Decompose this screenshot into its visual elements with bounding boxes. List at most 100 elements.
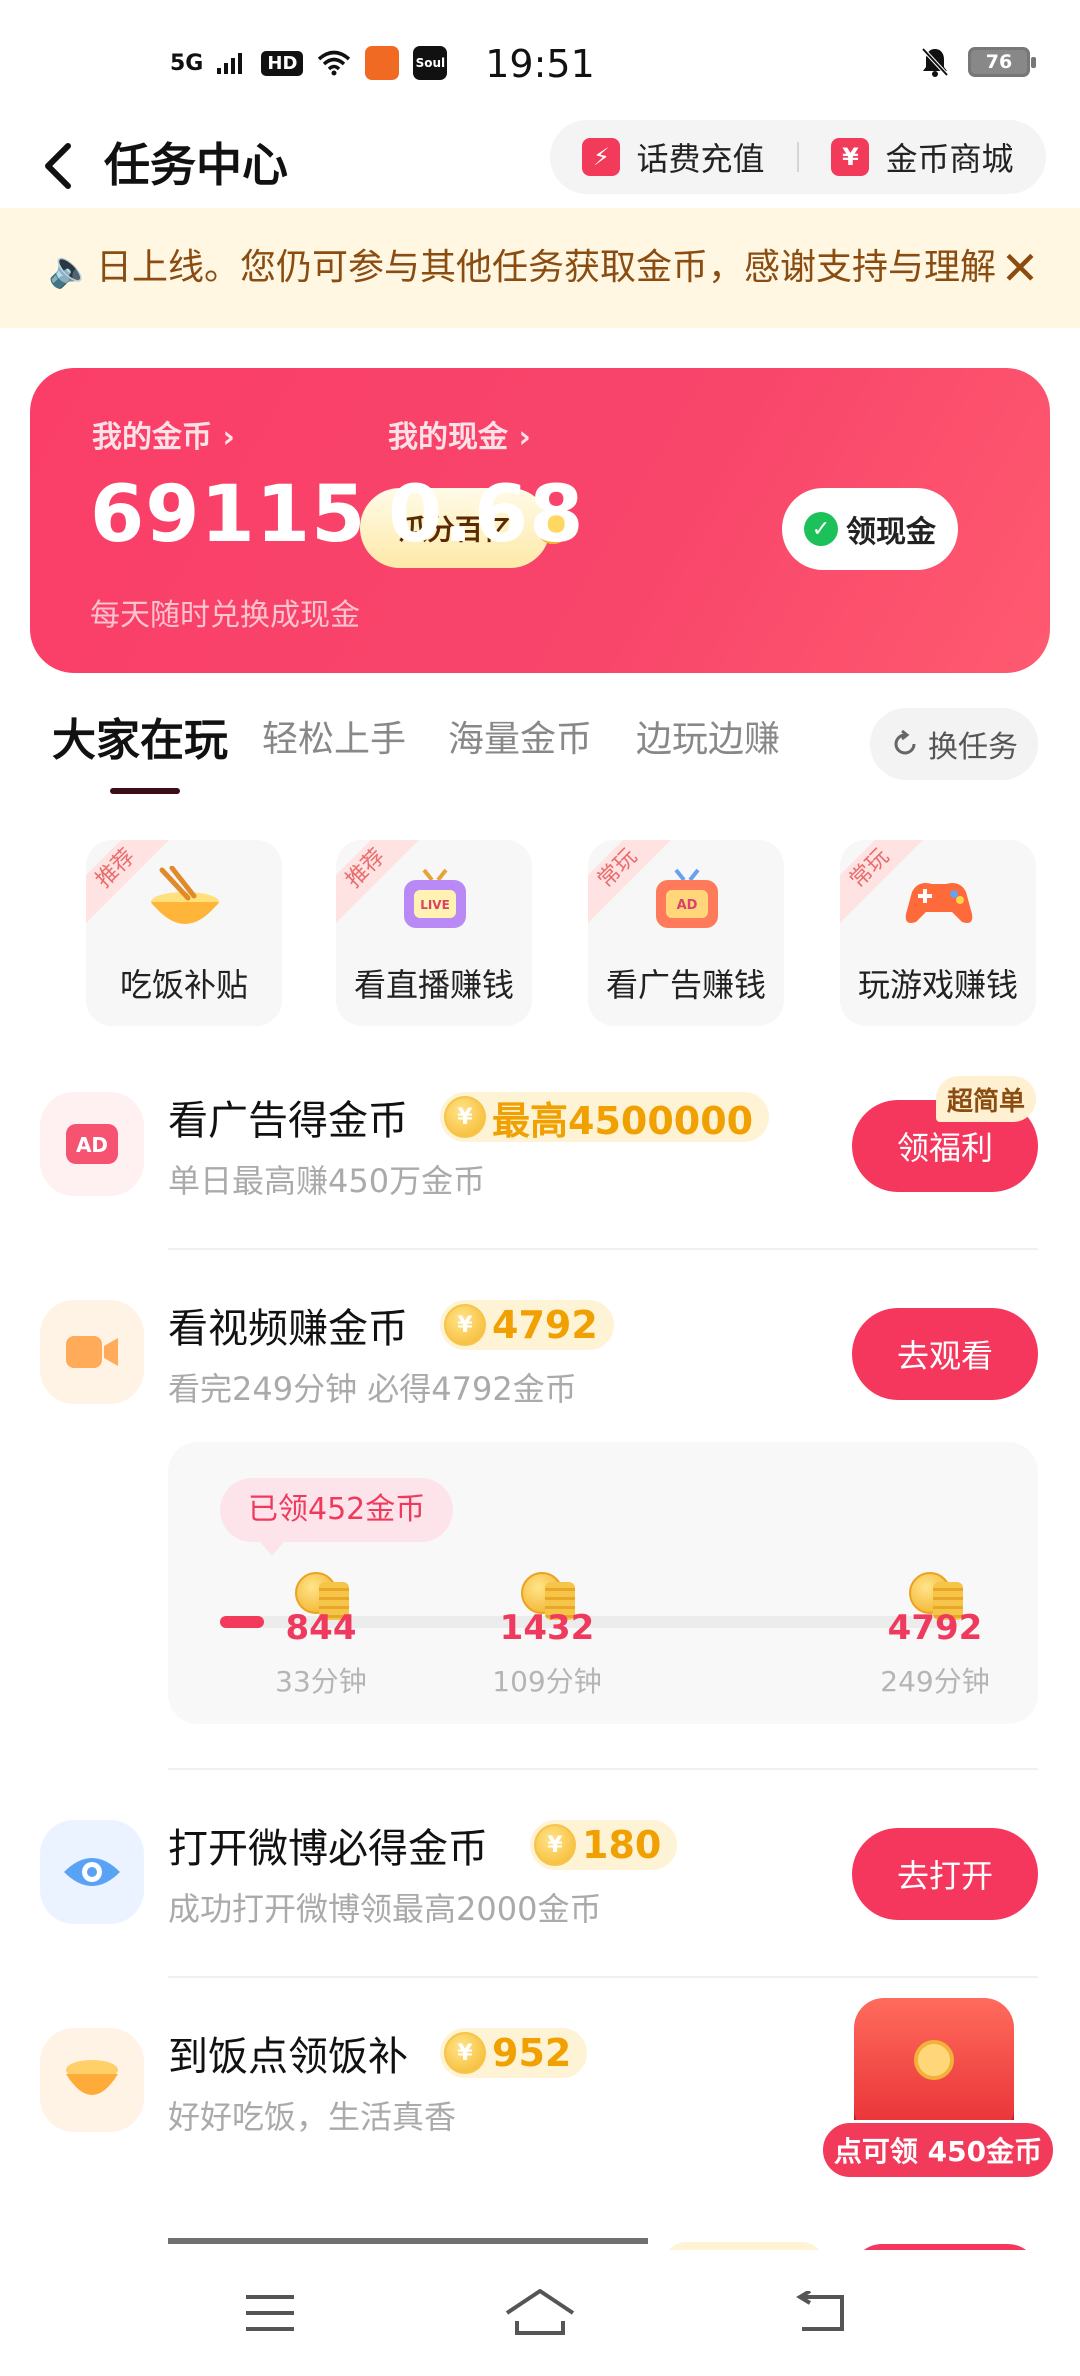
quick-item-watch-live[interactable]: 推荐 LIVE 看直播赚钱: [336, 840, 532, 1026]
task-open-weibo: 打开微博必得金币 ¥ 180 成功打开微博领最高2000金币 去打开: [0, 1806, 1080, 1978]
swap-label: 换任务: [928, 730, 1018, 765]
tab-everyone-playing[interactable]: 大家在玩: [52, 704, 228, 768]
reward-amount: 180: [582, 1823, 662, 1867]
battery-indicator: 76: [968, 47, 1036, 77]
milestone-coins: 844: [285, 1608, 357, 1648]
milestone-coins: 4792: [887, 1608, 983, 1648]
menu-button[interactable]: [210, 2276, 330, 2350]
ad-tv-icon: AD: [656, 868, 718, 928]
clock: 19:51: [485, 42, 595, 86]
coin-icon: ¥: [444, 1096, 486, 1138]
notice-banner: 🔈 日上线。您仍可参与其他任务获取金币，感谢支持与理解 ✕: [0, 208, 1080, 328]
tab-massive-coins[interactable]: 海量金币: [448, 710, 592, 762]
back-button[interactable]: [30, 130, 90, 200]
task-reward: ¥ 4792: [440, 1300, 614, 1350]
coin-icon: ¥: [444, 1304, 486, 1346]
tab-play-and-earn[interactable]: 边玩边赚: [636, 710, 780, 762]
ad-icon: AD: [40, 1092, 144, 1196]
milestone-coins: 1432: [499, 1608, 595, 1648]
close-icon[interactable]: ✕: [990, 238, 1050, 298]
task-title: 看广告得金币: [168, 1098, 408, 1144]
row-divider: [168, 1248, 1038, 1250]
chevron-left-icon: [45, 143, 71, 189]
quick-label: 玩游戏赚钱: [857, 966, 1018, 1004]
svg-text:AD: AD: [677, 898, 698, 913]
my-cash-label: 我的现金: [388, 420, 508, 455]
bell-muted-icon: [921, 47, 949, 77]
coins-subtitle: 每天随时兑换成现金: [90, 598, 360, 633]
speaker-icon: 🔈: [48, 249, 93, 290]
task-subtitle: 看完249分钟 必得4792金币: [168, 1370, 577, 1408]
withdraw-cash-button[interactable]: ✓ 领现金: [782, 488, 958, 570]
floating-reward-chest[interactable]: 点可领 450金币: [820, 1990, 1060, 2190]
svg-text:LIVE: LIVE: [420, 898, 450, 912]
quick-label: 看广告赚钱: [605, 966, 766, 1004]
open-weibo-button[interactable]: 去打开: [852, 1828, 1038, 1920]
video-icon: [40, 1300, 144, 1404]
milestone-time: 109分钟: [492, 1665, 602, 1698]
coin-icon: ¥: [534, 1824, 576, 1866]
refresh-icon: [894, 729, 916, 755]
svg-text:AD: AD: [76, 1133, 108, 1157]
milestone-time: 33分钟: [275, 1665, 367, 1698]
task-watch-ads: AD 看广告得金币 ¥ 最高4500000 单日最高赚450万金币 领福利 超简…: [0, 1076, 1080, 1260]
menu-icon: [246, 2295, 294, 2331]
status-right: 76: [920, 46, 1036, 78]
quick-entries: 推荐 吃饭补贴 推荐 LIVE 看直播赚钱 常玩 AD 看广告赚钱 常玩 玩游戏…: [0, 840, 1080, 1030]
lightning-icon: ⚡: [582, 138, 621, 176]
task-subtitle: 成功打开微博领最高2000金币: [168, 1890, 602, 1928]
coin-mall-label: 金币商城: [885, 140, 1014, 178]
chest-lock-icon: [914, 2040, 954, 2080]
eye-icon: [40, 1820, 144, 1924]
reward-amount: 4792: [492, 1303, 598, 1347]
floating-reward-label: 点可领 450金币: [820, 2120, 1056, 2180]
task-watch-videos: 看视频赚金币 ¥ 4792 看完249分钟 必得4792金币 去观看: [0, 1288, 1080, 1438]
recharge-button[interactable]: ⚡ 话费充值: [550, 134, 797, 180]
tab-active-indicator: [110, 788, 180, 794]
milestone-time: 249分钟: [880, 1665, 990, 1698]
task-reward: ¥ 180: [530, 1820, 678, 1870]
page-header: 任务中心 ⚡ 话费充值 ¥ 金币商城: [0, 118, 1080, 214]
reward-amount: 最高4500000: [492, 1098, 754, 1143]
quick-item-meal-subsidy[interactable]: 推荐 吃饭补贴: [86, 840, 282, 1026]
quick-item-play-games[interactable]: 常玩 玩游戏赚钱: [840, 840, 1036, 1026]
quick-label: 看直播赚钱: [353, 966, 514, 1004]
task-tabs: 大家在玩 轻松上手 海量金币 边玩边赚 换任务: [0, 700, 1080, 810]
coin-mall-button[interactable]: ¥ 金币商城: [799, 134, 1046, 180]
live-tv-icon: LIVE: [404, 868, 466, 928]
chevron-right-icon: ›: [518, 420, 531, 455]
quick-item-watch-ads[interactable]: 常玩 AD 看广告赚钱: [588, 840, 784, 1026]
home-button[interactable]: [480, 2276, 600, 2350]
task-title: 看视频赚金币: [168, 1306, 408, 1352]
withdraw-label: 领现金: [846, 515, 936, 550]
wechat-icon: ✓: [804, 512, 838, 546]
video-progress-card: 已领452金币 844 33分钟 1432 109分钟 4792 249分钟: [168, 1442, 1038, 1724]
tab-easy-start[interactable]: 轻松上手: [262, 710, 406, 762]
received-coins-tooltip: 已领452金币: [220, 1478, 454, 1556]
back-nav-icon: [796, 2291, 844, 2331]
status-bar: 5G HD Soul 19:51 76: [0, 0, 1080, 120]
coin-balance: 69115: [90, 470, 367, 560]
coupon-icon: ¥: [831, 138, 870, 176]
watch-button[interactable]: 去观看: [852, 1308, 1038, 1400]
home-icon: [505, 2289, 575, 2335]
milestone: 4792 249分钟: [870, 1572, 1000, 1700]
milestone: 844 33分钟: [256, 1572, 386, 1700]
system-nav-bar: [0, 2250, 1080, 2376]
my-cash-link[interactable]: 我的现金 ›: [388, 412, 531, 456]
reward-amount: 952: [492, 2031, 572, 2075]
quick-label: 吃饭补贴: [119, 966, 248, 1004]
rice-bowl-icon: [151, 866, 219, 924]
my-coins-link[interactable]: 我的金币 ›: [92, 412, 235, 456]
task-title: 打开微博必得金币: [168, 1826, 488, 1872]
notice-text: 日上线。您仍可参与其他任务获取金币，感谢支持与理解: [96, 247, 996, 288]
swap-tasks-button[interactable]: 换任务: [870, 708, 1038, 780]
cash-balance: 0.68: [388, 470, 585, 560]
my-coins-label: 我的金币: [92, 420, 212, 455]
super-easy-badge: 超简单: [936, 1076, 1036, 1122]
row-divider: [168, 1768, 1038, 1770]
gamepad-icon: [905, 883, 973, 923]
back-nav-button[interactable]: [762, 2276, 882, 2350]
wallet-card: 我的金币 › 69115 瓜分百亿 每天随时兑换成现金 我的现金 › 0.68 …: [30, 368, 1050, 673]
task-subtitle: 单日最高赚450万金币: [168, 1162, 486, 1200]
